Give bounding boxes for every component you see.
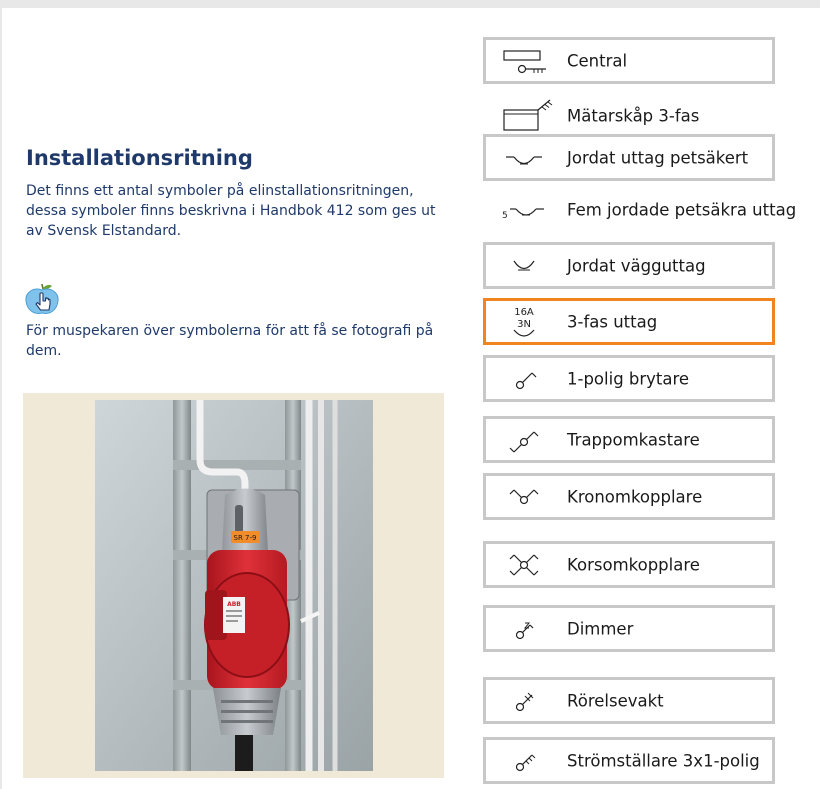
meter-cabinet-symbol-icon <box>503 99 553 131</box>
symbol-label: Trappomkastare <box>567 430 700 449</box>
symbol-label: 3-fas uttag <box>567 312 658 331</box>
symbol-item-two-way-switch[interactable]: Trappomkastare <box>483 416 775 463</box>
central-symbol-icon <box>503 49 546 73</box>
symbol-item-five-grounded-outlets[interactable]: 5 Fem jordade petsäkra uttag <box>483 186 796 233</box>
symbol-label: Jordat uttag petsäkert <box>567 148 749 167</box>
symbol-item-meter-cabinet[interactable]: Mätarskåp 3-fas <box>483 92 775 139</box>
crown-switch-symbol-icon <box>509 489 539 504</box>
symbol-item-crown-switch[interactable]: Kronomkopplare <box>483 473 775 520</box>
hover-hint-text: För muspekaren över symbolerna för att f… <box>26 323 434 359</box>
motion-sensor-symbol-icon <box>515 692 534 711</box>
symbol-label: Jordat vägguttag <box>567 256 706 275</box>
three-phase-outlet-photo: SR 7-9 ABB <box>95 400 373 771</box>
symbol-label: Kronomkopplare <box>567 487 703 506</box>
symbol-label: 1-polig brytare <box>567 369 690 388</box>
symbol-label: Strömställare 3x1-polig <box>567 751 760 770</box>
apple-pointer-icon <box>24 282 60 316</box>
photo-brand-text: ABB <box>227 601 241 608</box>
photo-sticker-text: SR 7-9 <box>234 534 257 542</box>
poles-text: 3N <box>517 319 531 330</box>
symbol-label: Korsomkopplare <box>567 555 700 574</box>
rating-text: 16A <box>514 307 534 318</box>
symbol-label: Central <box>567 51 628 70</box>
cross-switch-symbol-icon <box>509 554 539 575</box>
symbol-item-cross-switch[interactable]: Korsomkopplare <box>483 541 775 588</box>
symbol-label: Mätarskåp 3-fas <box>567 106 700 125</box>
five-grounded-outlets-symbol-icon: 5 <box>502 207 544 221</box>
symbol-item-triple-single-pole-switch[interactable]: Strömställare 3x1-polig <box>483 737 775 784</box>
outlet-count-text: 5 <box>502 211 508 221</box>
intro-text: Det finns ett antal symboler på elinstal… <box>26 183 436 239</box>
symbol-label: Dimmer <box>567 619 634 638</box>
symbol-item-central[interactable]: Central <box>483 37 775 84</box>
symbol-item-three-phase-outlet[interactable]: 16A 3N 3-fas uttag <box>483 298 775 345</box>
page-title: Installationsritning <box>26 146 253 170</box>
three-phase-outlet-symbol-icon: 16A 3N <box>513 307 535 337</box>
symbol-item-single-pole-switch[interactable]: 1-polig brytare <box>483 355 775 402</box>
two-way-switch-symbol-icon <box>509 431 539 452</box>
symbol-item-motion-sensor[interactable]: Rörelsevakt <box>483 677 775 724</box>
symbol-item-dimmer[interactable]: Dimmer <box>483 605 775 652</box>
triple-single-pole-switch-symbol-icon <box>515 754 536 771</box>
symbol-label: Fem jordade petsäkra uttag <box>567 200 797 219</box>
symbol-item-grounded-wall-outlet[interactable]: Jordat vägguttag <box>483 242 775 289</box>
grounded-wall-outlet-symbol-icon <box>513 260 535 270</box>
single-pole-switch-symbol-icon <box>515 372 537 389</box>
symbol-item-grounded-outlet-child-safe[interactable]: Jordat uttag petsäkert <box>483 134 775 181</box>
dimmer-symbol-icon <box>515 622 534 639</box>
symbol-label: Rörelsevakt <box>567 691 664 710</box>
grounded-outlet-child-safe-symbol-icon <box>506 155 542 164</box>
